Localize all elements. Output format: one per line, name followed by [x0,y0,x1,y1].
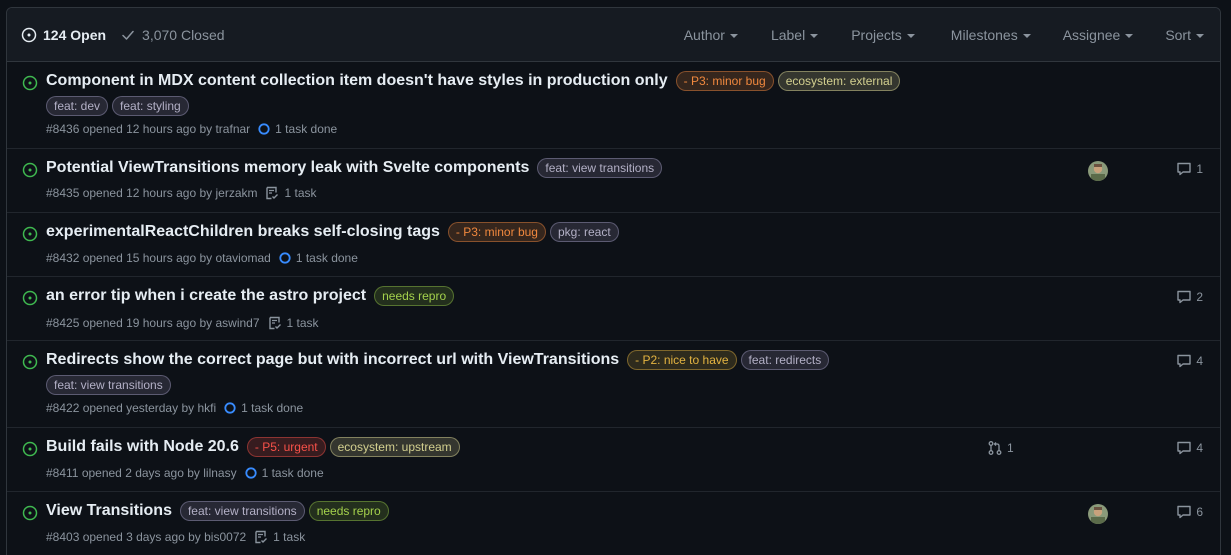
issue-row[interactable]: an error tip when i create the astro pro… [7,277,1220,341]
label-filter[interactable]: Label [771,27,819,43]
issue-title-link[interactable]: an error tip when i create the astro pro… [46,287,366,305]
label-feat-view-transitions[interactable]: feat: view transitions [179,501,305,521]
label-pkg-react[interactable]: pkg: react [549,222,619,242]
issue-opened-icon [21,27,37,42]
issue-row[interactable]: Potential ViewTransitions memory leak wi… [7,149,1220,213]
issue-title-link[interactable]: Build fails with Node 20.6 [46,438,239,456]
label-needs-repro[interactable]: needs repro [374,286,455,306]
issue-row[interactable]: Component in MDX content collection item… [7,62,1220,149]
caret-down-icon [906,34,915,38]
label-ecosystem-upstream[interactable]: ecosystem: upstream [329,437,460,457]
issue-row[interactable]: Redirects show the correct page but with… [7,341,1220,428]
author-filter[interactable]: Author [684,27,738,43]
issue-title-link[interactable]: View Transitions [46,502,172,520]
label-p5-urgent[interactable]: - P5: urgent [246,437,326,457]
task-progress: 1 task [265,186,317,200]
issue-row[interactable]: experimentalReactChildren breaks self-cl… [7,213,1220,277]
git-pull-request-icon [988,441,1002,455]
caret-down-icon [729,34,738,38]
milestones-filter[interactable]: Milestones [951,27,1031,43]
comment-icon [1177,354,1192,368]
comments-link[interactable]: 6 [1176,504,1203,520]
label-p2-nice-to-have[interactable]: - P2: nice to have [627,350,737,370]
caret-down-icon [810,34,819,38]
comment-icon [1177,162,1192,176]
caret-down-icon [1022,34,1031,38]
filter-bar: Author Label Projects Milestones Assigne… [684,8,1204,62]
task-progress: 1 task done [244,466,324,480]
issue-opened-icon [22,505,38,521]
issue-title-link[interactable]: experimentalReactChildren breaks self-cl… [46,223,440,241]
task-progress-circle-icon [279,252,291,264]
issue-opened-icon [22,441,38,457]
checklist-icon [266,186,279,200]
issue-meta: #8432 opened 15 hours ago by otaviomad [46,251,271,265]
sort-filter[interactable]: Sort [1165,27,1204,43]
comment-icon [1177,505,1192,519]
issue-row[interactable]: View Transitions feat: view transitions … [7,492,1220,555]
task-progress: 1 task [268,316,319,330]
issue-opened-icon [22,162,38,178]
issue-title-link[interactable]: Redirects show the correct page but with… [46,351,619,369]
issue-opened-icon [22,290,38,306]
issue-row[interactable]: Build fails with Node 20.6 - P5: urgent … [7,428,1220,492]
issues-list-header: 124 Open 3,070 Closed Author Label Proje… [7,8,1220,62]
issue-meta: #8411 opened 2 days ago by lilnasy [46,466,237,480]
issue-meta: #8436 opened 12 hours ago by trafnar [46,122,251,136]
caret-down-icon [1125,34,1134,38]
comment-icon [1177,441,1192,455]
label-feat-view-transitions[interactable]: feat: view transitions [46,375,171,395]
task-progress-circle-icon [224,402,236,414]
check-icon [122,30,134,40]
label-needs-repro[interactable]: needs repro [308,501,389,521]
closed-issues-tab[interactable]: 3,070 Closed [120,27,225,43]
label-feat-view-transitions[interactable]: feat: view transitions [537,158,663,178]
linked-pull-requests-link[interactable]: 1 [987,440,1014,456]
label-p3-minor-bug[interactable]: - P3: minor bug [675,71,774,91]
issue-title-link[interactable]: Potential ViewTransitions memory leak wi… [46,159,529,177]
assignee-avatar[interactable] [1088,504,1108,524]
task-progress: 1 task [254,530,305,544]
label-feat-dev[interactable]: feat: dev [46,96,109,116]
label-ecosystem-external[interactable]: ecosystem: external [777,71,901,91]
comments-link[interactable]: 4 [1176,440,1203,456]
open-issues-tab[interactable]: 124 Open [21,27,106,43]
task-progress: 1 task done [224,401,303,415]
caret-down-icon [1196,34,1204,38]
checklist-icon [255,530,268,544]
comments-link[interactable]: 4 [1176,353,1203,369]
issue-opened-icon [22,75,38,91]
projects-filter[interactable]: Projects [851,27,915,43]
issue-title-link[interactable]: Component in MDX content collection item… [46,72,668,90]
label-feat-styling[interactable]: feat: styling [112,96,189,116]
assignee-avatar[interactable] [1088,161,1108,181]
task-progress-circle-icon [258,123,270,135]
issues-list-box: 124 Open 3,070 Closed Author Label Proje… [6,7,1221,555]
issue-meta: #8425 opened 19 hours ago by aswind7 [46,316,260,330]
issue-opened-icon [22,354,38,370]
comment-icon [1177,290,1192,304]
issue-meta: #8422 opened yesterday by hkfi [46,401,217,415]
checklist-icon [268,316,281,330]
label-p3-minor-bug[interactable]: - P3: minor bug [447,222,546,242]
issue-meta: #8435 opened 12 hours ago by jerzakm [46,186,258,200]
comments-link[interactable]: 2 [1176,289,1203,305]
issue-meta: #8403 opened 3 days ago by bis0072 [46,530,247,544]
open-count-label: 124 Open [43,26,107,43]
task-progress: 1 task done [258,122,337,136]
assignee-filter[interactable]: Assignee [1063,27,1134,43]
issue-opened-icon [22,226,38,242]
label-feat-redirects[interactable]: feat: redirects [740,350,830,370]
task-progress: 1 task done [279,251,358,265]
closed-count-label: 3,070 Closed [142,26,225,43]
task-progress-circle-icon [244,467,257,479]
comments-link[interactable]: 1 [1176,161,1203,177]
